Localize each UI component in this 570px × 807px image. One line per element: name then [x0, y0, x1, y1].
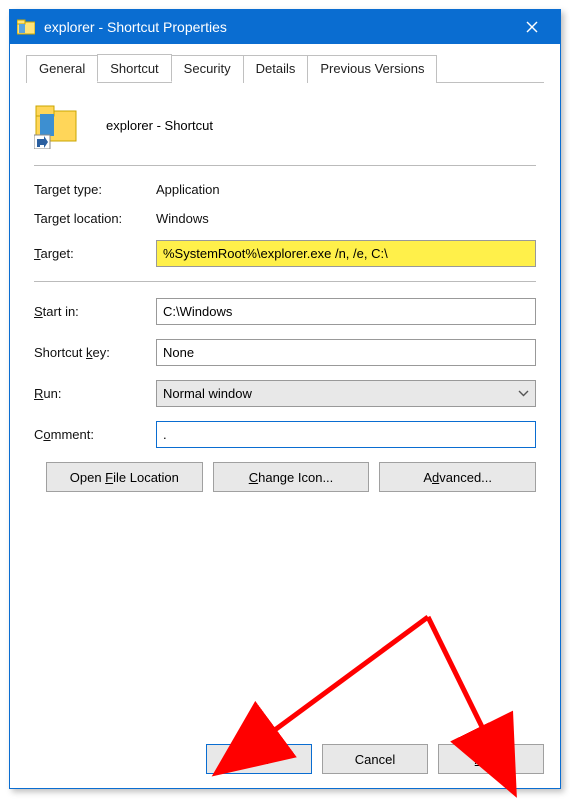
shortcutkey-label: Shortcut key:: [34, 345, 156, 360]
tabs: General Shortcut Security Details Previo…: [26, 54, 544, 83]
tab-previous-versions[interactable]: Previous Versions: [307, 55, 437, 83]
target-type-label: Target type:: [34, 182, 156, 197]
content-area: General Shortcut Security Details Previo…: [10, 44, 560, 730]
shortcut-name: explorer - Shortcut: [106, 118, 213, 133]
run-label: Run:: [34, 386, 156, 401]
advanced-button[interactable]: Advanced...: [379, 462, 536, 492]
ok-button[interactable]: OK: [206, 744, 312, 774]
title-bar: explorer - Shortcut Properties: [10, 10, 560, 44]
startin-input[interactable]: [156, 298, 536, 325]
chevron-down-icon: [518, 388, 529, 400]
comment-input[interactable]: [156, 421, 536, 448]
change-icon-button[interactable]: Change Icon...: [213, 462, 370, 492]
target-label: Target:: [34, 246, 156, 261]
tab-security[interactable]: Security: [171, 55, 244, 83]
shortcutkey-input[interactable]: [156, 339, 536, 366]
target-input[interactable]: [156, 240, 536, 267]
target-location-value: Windows: [156, 211, 536, 226]
tab-details[interactable]: Details: [243, 55, 309, 83]
footer-buttons: OK Cancel Apply: [10, 730, 560, 788]
window-title: explorer - Shortcut Properties: [44, 19, 510, 35]
target-location-label: Target location:: [34, 211, 156, 226]
target-type-value: Application: [156, 182, 536, 197]
divider: [34, 281, 536, 282]
comment-label: Comment:: [34, 427, 156, 442]
startin-label: Start in:: [34, 304, 156, 319]
apply-button[interactable]: Apply: [438, 744, 544, 774]
open-file-location-button[interactable]: Open File Location: [46, 462, 203, 492]
tab-shortcut[interactable]: Shortcut: [97, 54, 171, 82]
shortcut-icon: [34, 101, 82, 149]
close-button[interactable]: [510, 11, 554, 43]
divider: [34, 165, 536, 166]
properties-dialog: explorer - Shortcut Properties General S…: [9, 9, 561, 789]
close-icon: [526, 21, 538, 33]
folder-icon: [16, 17, 36, 37]
cancel-button[interactable]: Cancel: [322, 744, 428, 774]
tab-general[interactable]: General: [26, 55, 98, 83]
run-select[interactable]: Normal window: [156, 380, 536, 407]
tab-content: explorer - Shortcut Target type: Applica…: [26, 83, 544, 730]
